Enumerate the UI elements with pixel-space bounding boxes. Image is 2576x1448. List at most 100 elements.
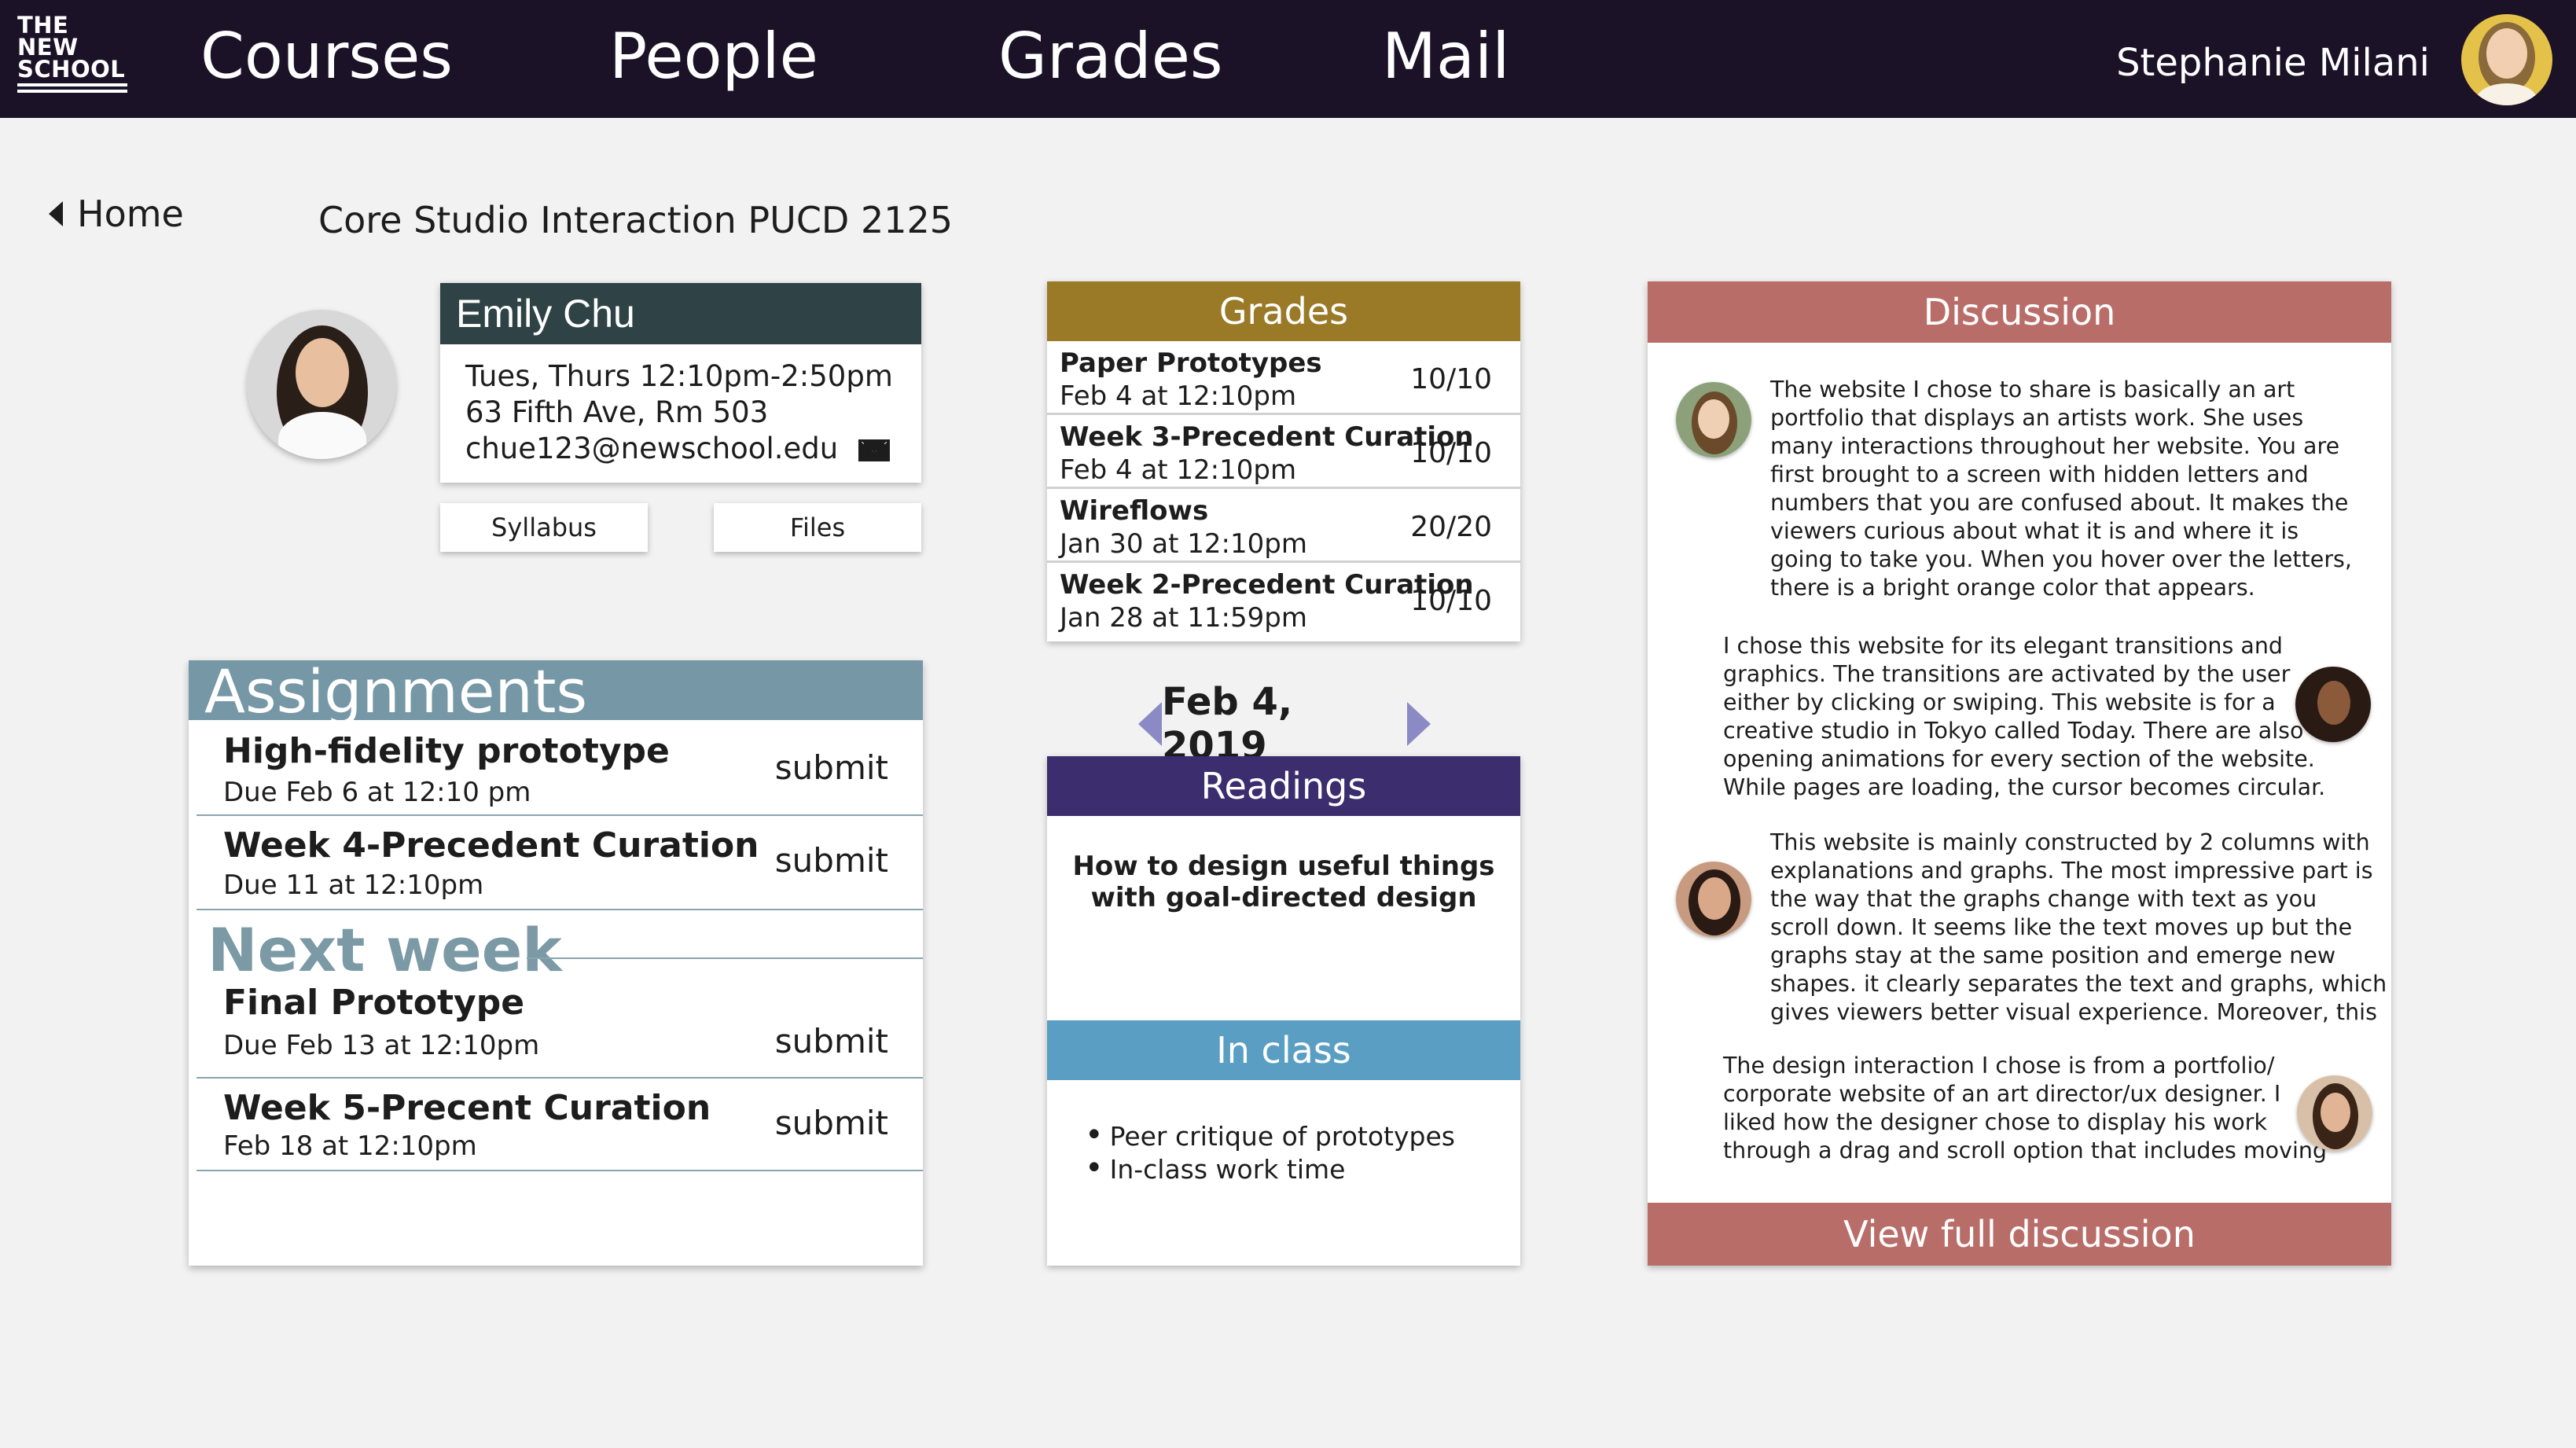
avatar[interactable] <box>2297 1075 2372 1151</box>
assignment-due: Due Feb 13 at 12:10pm <box>223 1030 540 1061</box>
divider <box>527 957 923 959</box>
instructor-photo <box>247 310 396 459</box>
grade-date: Jan 30 at 12:10pm <box>1060 528 1307 560</box>
nav-courses[interactable]: Courses <box>200 17 453 96</box>
avatar[interactable] <box>1676 862 1751 937</box>
post-line: The website I chose to share is basicall… <box>1770 377 2295 402</box>
post-line: gives viewers better visual experience. … <box>1770 999 2377 1025</box>
avatar[interactable] <box>1676 382 1751 458</box>
avatar[interactable] <box>2295 667 2371 742</box>
post-line: either by clicking or swiping. This webs… <box>1723 689 2276 715</box>
discussion-card: Discussion The website I chose to share … <box>1648 281 2391 1266</box>
post-line: many interactions throughout her website… <box>1770 433 2340 459</box>
grade-date: Jan 28 at 11:59pm <box>1060 602 1307 634</box>
grades-card: Grades Paper Prototypes Feb 4 at 12:10pm… <box>1047 281 1520 641</box>
list-item: In-class work time <box>1085 1152 1455 1185</box>
submit-button[interactable]: submit <box>775 841 888 880</box>
discussion-post: The website I chose to share is basicall… <box>1770 376 2352 602</box>
syllabus-button[interactable]: Syllabus <box>440 503 648 552</box>
assignment-title: Final Prototype <box>223 983 525 1023</box>
reading-line: with goal-directed design <box>1090 882 1477 913</box>
assignment-row[interactable]: Week 4-Precedent Curation Due 11 at 12:1… <box>197 816 923 910</box>
submit-button[interactable]: submit <box>775 1104 888 1142</box>
assignment-row[interactable]: Final Prototype Due Feb 13 at 12:10pm su… <box>197 961 923 1079</box>
instructor-location: 63 Fifth Ave, Rm 503 <box>465 395 769 429</box>
post-line: creative studio in Tokyo called Today. T… <box>1723 718 2304 744</box>
discussion-post: The design interaction I chose is from a… <box>1723 1052 2327 1165</box>
post-line: portfolio that displays an artists work.… <box>1770 405 2304 431</box>
submit-button[interactable]: submit <box>775 748 888 787</box>
home-link[interactable]: Home <box>49 190 184 237</box>
grade-row[interactable]: Wireflows Jan 30 at 12:10pm 20/20 <box>1047 489 1520 563</box>
post-line: graphics. The transitions are activated … <box>1723 661 2291 687</box>
post-line: This website is mainly constructed by 2 … <box>1770 829 2370 855</box>
assignment-row[interactable]: High-fidelity prototype Due Feb 6 at 12:… <box>197 720 923 816</box>
date-navigator: Feb 4, 2019 <box>1138 680 1431 768</box>
grade-date: Feb 4 at 12:10pm <box>1060 380 1297 412</box>
grades-title: Grades <box>1047 281 1520 341</box>
post-line: viewers curious about what it is and whe… <box>1770 518 2299 544</box>
next-day-icon[interactable] <box>1407 702 1431 746</box>
grade-date: Feb 4 at 12:10pm <box>1060 454 1297 486</box>
home-label: Home <box>77 193 184 235</box>
post-line: liked how the designer chose to display … <box>1723 1109 2267 1135</box>
inclass-list: Peer critique of prototypes In-class wor… <box>1085 1119 1455 1185</box>
submit-button[interactable]: submit <box>775 1022 888 1060</box>
reading-link[interactable]: How to design useful things with goal-di… <box>1047 851 1520 913</box>
current-date: Feb 4, 2019 <box>1162 680 1293 768</box>
post-line: first brought to a screen with hidden le… <box>1770 461 2309 487</box>
assignment-due: Feb 18 at 12:10pm <box>223 1130 477 1162</box>
logo-line: SCHOOL <box>17 56 126 83</box>
user-name[interactable]: Stephanie Milani <box>2116 35 2430 90</box>
files-button[interactable]: Files <box>714 503 921 552</box>
post-line: through a drag and scroll option that in… <box>1723 1137 2328 1163</box>
post-line: explanations and graphs. The most impres… <box>1770 858 2373 884</box>
instructor-schedule: Tues, Thurs 12:10pm-2:50pm <box>465 359 893 393</box>
instructor-name: Emily Chu <box>440 283 921 344</box>
post-line: corporate website of an art director/ux … <box>1723 1081 2281 1107</box>
view-full-discussion-button[interactable]: View full discussion <box>1648 1203 2391 1266</box>
post-line: While pages are loading, the cursor beco… <box>1723 774 2326 800</box>
logo-line: THE <box>17 12 69 39</box>
nav-mail[interactable]: Mail <box>1382 17 1510 96</box>
caret-left-icon <box>49 201 63 226</box>
grade-score: 10/10 <box>1410 437 1492 469</box>
post-line: opening animations for every section of … <box>1723 746 2315 772</box>
assignment-title: Week 4-Precedent Curation <box>223 825 759 865</box>
post-line: graphs stay at the same position and eme… <box>1770 943 2336 968</box>
readings-title: Readings <box>1047 756 1520 816</box>
assignment-row[interactable]: Week 5-Precent Curation Feb 18 at 12:10p… <box>197 1079 923 1171</box>
post-line: The design interaction I chose is from a… <box>1723 1053 2275 1079</box>
course-title: Core Studio Interaction PUCD 2125 <box>318 199 954 241</box>
discussion-post: I chose this website for its elegant tra… <box>1723 632 2325 802</box>
user-avatar[interactable] <box>2461 14 2552 105</box>
grade-score: 10/10 <box>1410 585 1492 617</box>
assignment-title: Week 5-Precent Curation <box>223 1088 711 1128</box>
grade-row[interactable]: Week 3-Precedent Curation Feb 4 at 12:10… <box>1047 415 1520 489</box>
post-line: there is a bright orange color that appe… <box>1770 575 2255 601</box>
inclass-title: In class <box>1047 1020 1520 1080</box>
grade-name: Paper Prototypes <box>1060 347 1322 379</box>
post-line: scroll down. It seems like the text move… <box>1770 914 2353 940</box>
instructor-email[interactable]: chue123@newschool.edu <box>465 432 838 465</box>
nav-people[interactable]: People <box>609 17 818 96</box>
post-line: numbers that you are confused about. It … <box>1770 490 2349 516</box>
instructor-email-row: chue123@newschool.edu <box>465 431 921 467</box>
assignment-due: Due Feb 6 at 12:10 pm <box>223 777 531 808</box>
mail-icon[interactable] <box>858 439 891 461</box>
grade-score: 10/10 <box>1410 363 1492 395</box>
assignment-title: High-fidelity prototype <box>223 731 670 771</box>
grade-row[interactable]: Paper Prototypes Feb 4 at 12:10pm 10/10 <box>1047 341 1520 415</box>
post-line: I chose this website for its elegant tra… <box>1723 633 2283 659</box>
list-item: Peer critique of prototypes <box>1085 1119 1455 1152</box>
reading-line: How to design useful things <box>1072 851 1495 882</box>
school-logo[interactable]: THE NEW SCHOOL <box>17 14 127 101</box>
previous-day-icon[interactable] <box>1138 702 1162 746</box>
day-card: Readings How to design useful things wit… <box>1047 756 1520 1266</box>
instructor-card: Emily Chu Tues, Thurs 12:10pm-2:50pm 63 … <box>440 283 921 483</box>
grade-row[interactable]: Week 2-Precedent Curation Jan 28 at 11:5… <box>1047 563 1520 637</box>
logo-rule <box>17 90 127 93</box>
assignment-due: Due 11 at 12:10pm <box>223 869 484 901</box>
post-line: shapes. it clearly separates the text an… <box>1770 971 2387 997</box>
nav-grades[interactable]: Grades <box>998 17 1223 96</box>
